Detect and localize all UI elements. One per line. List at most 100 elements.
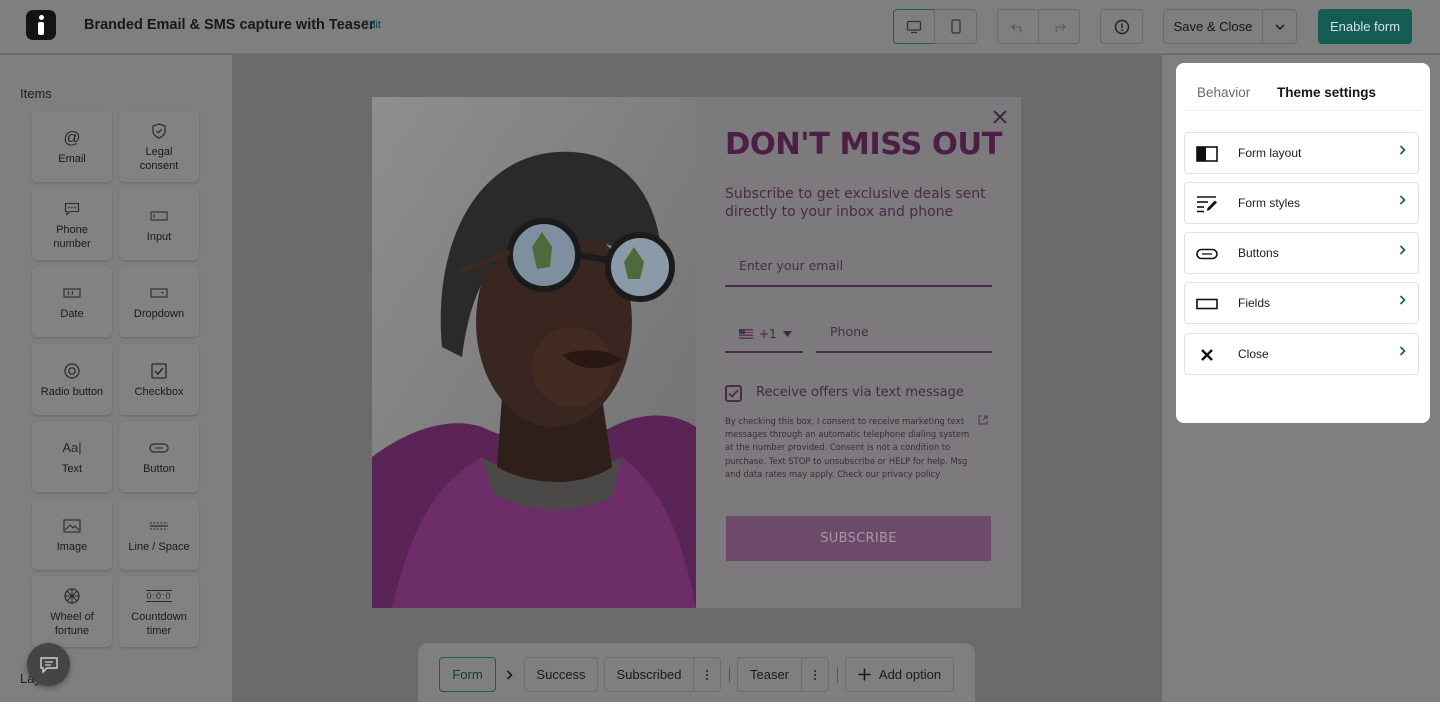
chevron-right-icon xyxy=(506,670,513,680)
signup-popup[interactable]: DON'T MISS OUT Subscribe to get exclusiv… xyxy=(372,97,1021,608)
tab-behavior[interactable]: Behavior xyxy=(1197,85,1250,100)
email-field[interactable]: Enter your email xyxy=(725,251,992,287)
phone-placeholder: Phone xyxy=(830,324,869,339)
mobile-icon xyxy=(950,19,961,34)
wheel-icon xyxy=(64,586,80,606)
top-bar: Branded Email & SMS capture with Teaser … xyxy=(0,0,1440,54)
item-phone-number[interactable]: Phone number xyxy=(32,189,112,260)
item-countdown-timer[interactable]: 0:0:0 Countdown timer xyxy=(119,576,199,647)
item-date[interactable]: Date xyxy=(32,266,112,337)
setting-buttons[interactable]: Buttons xyxy=(1184,232,1419,274)
setting-form-styles[interactable]: Form styles xyxy=(1184,182,1419,224)
chevron-right-icon xyxy=(1399,195,1406,205)
setting-label: Fields xyxy=(1238,296,1271,310)
layout-icon xyxy=(1195,144,1219,164)
form-styles-icon xyxy=(1195,194,1219,214)
setting-label: Form styles xyxy=(1238,196,1301,210)
sms-consent-checkbox[interactable] xyxy=(725,385,742,402)
add-option-button[interactable]: Add option xyxy=(845,657,954,692)
chevron-down-icon xyxy=(1274,23,1285,30)
desktop-icon xyxy=(906,20,922,33)
subscribe-button[interactable]: SUBSCRIBE xyxy=(726,516,991,561)
step-form[interactable]: Form xyxy=(439,657,496,692)
signup-form: DON'T MISS OUT Subscribe to get exclusiv… xyxy=(696,97,1021,608)
undo-button[interactable] xyxy=(997,9,1039,44)
hero-photo[interactable] xyxy=(372,97,696,608)
divider xyxy=(729,667,730,683)
save-close-button[interactable]: Save & Close xyxy=(1163,9,1263,44)
mobile-preview-button[interactable] xyxy=(934,9,977,44)
close-icon xyxy=(1195,345,1219,365)
setting-label: Buttons xyxy=(1238,246,1279,260)
item-email[interactable]: @ Email xyxy=(32,111,112,182)
item-text[interactable]: Aa| Text xyxy=(32,421,112,492)
item-dropdown[interactable]: Dropdown xyxy=(119,266,199,337)
button-pill-icon xyxy=(1195,244,1219,264)
setting-close[interactable]: Close xyxy=(1184,333,1419,375)
form-subheadline[interactable]: Subscribe to get exclusive deals sent di… xyxy=(725,186,1005,221)
setting-label: Form layout xyxy=(1238,146,1302,160)
tabs-divider xyxy=(1184,110,1422,111)
item-button[interactable]: Button xyxy=(119,421,199,492)
external-link-icon[interactable] xyxy=(978,415,988,425)
app-logo[interactable] xyxy=(26,10,56,40)
item-radio-button[interactable]: Radio button xyxy=(32,344,112,415)
tab-theme-settings[interactable]: Theme settings xyxy=(1277,85,1376,100)
item-wheel-of-fortune[interactable]: Wheel of fortune xyxy=(32,576,112,647)
setting-label: Close xyxy=(1238,347,1269,361)
item-checkbox[interactable]: Checkbox xyxy=(119,344,199,415)
country-code-value: +1 xyxy=(759,327,777,341)
theme-settings-panel: Behavior Theme settings Form layout Form… xyxy=(1176,63,1430,423)
item-image[interactable]: Image xyxy=(32,499,112,570)
setting-form-layout[interactable]: Form layout xyxy=(1184,132,1419,174)
setting-fields[interactable]: Fields xyxy=(1184,282,1419,324)
text-cursor-icon: Aa| xyxy=(62,440,82,455)
phone-field[interactable]: Phone xyxy=(816,317,992,353)
checkmark-icon xyxy=(728,389,739,398)
edit-title-link[interactable]: Edit xyxy=(362,19,381,31)
email-placeholder: Enter your email xyxy=(739,258,844,273)
alert-circle-icon xyxy=(1114,19,1129,34)
chevron-right-icon xyxy=(1399,346,1406,356)
form-headline[interactable]: DON'T MISS OUT xyxy=(725,127,1002,162)
caret-down-icon xyxy=(782,331,792,337)
item-input[interactable]: Input xyxy=(119,189,199,260)
enable-form-button[interactable]: Enable form xyxy=(1318,9,1412,44)
more-vertical-icon xyxy=(813,669,817,680)
countdown-icon: 0:0:0 xyxy=(146,589,172,602)
step-success[interactable]: Success xyxy=(524,657,598,692)
item-legal-consent[interactable]: Legal consent xyxy=(119,111,199,182)
chat-icon xyxy=(39,656,58,674)
close-icon[interactable] xyxy=(991,108,1009,126)
radio-icon xyxy=(64,361,80,381)
redo-icon xyxy=(1055,23,1066,32)
chat-support-button[interactable] xyxy=(27,643,70,686)
field-rect-icon xyxy=(1195,294,1219,314)
redo-button[interactable] xyxy=(1038,9,1080,44)
button-pill-icon xyxy=(149,438,169,458)
item-line-space[interactable]: Line / Space xyxy=(119,499,199,570)
items-panel: Items @ Email Legal consent Phone number… xyxy=(0,55,232,702)
add-option-label: Add option xyxy=(878,667,942,682)
plus-icon xyxy=(858,668,871,681)
dropdown-field-icon xyxy=(150,283,168,303)
chevron-right-icon xyxy=(1399,295,1406,305)
save-options-button[interactable] xyxy=(1262,9,1297,44)
chevron-right-icon xyxy=(1399,245,1406,255)
step-teaser-menu[interactable] xyxy=(801,657,829,692)
chevron-right-icon xyxy=(1399,145,1406,155)
desktop-preview-button[interactable] xyxy=(893,9,935,44)
undo-icon xyxy=(1011,23,1022,32)
step-subscribed[interactable]: Subscribed xyxy=(604,657,694,692)
image-icon xyxy=(63,516,81,536)
at-sign-icon: @ xyxy=(63,127,81,147)
sms-consent-label[interactable]: Receive offers via text message xyxy=(756,385,964,400)
step-subscribed-menu[interactable] xyxy=(693,657,721,692)
country-code-select[interactable]: +1 xyxy=(725,317,803,353)
portrait-image xyxy=(372,97,696,608)
checkbox-icon xyxy=(151,361,167,381)
info-button[interactable] xyxy=(1100,9,1143,44)
legal-disclaimer[interactable]: By checking this box, I consent to recei… xyxy=(725,415,975,481)
form-title: Branded Email & SMS capture with Teaser xyxy=(84,17,375,33)
step-teaser[interactable]: Teaser xyxy=(737,657,802,692)
